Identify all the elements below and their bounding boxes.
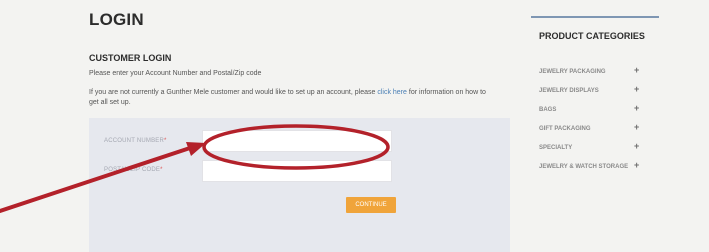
annotation-overlay: [0, 124, 390, 213]
annotation-arrow-line: [0, 146, 192, 213]
annotation-highlight-ellipse: [202, 124, 390, 170]
